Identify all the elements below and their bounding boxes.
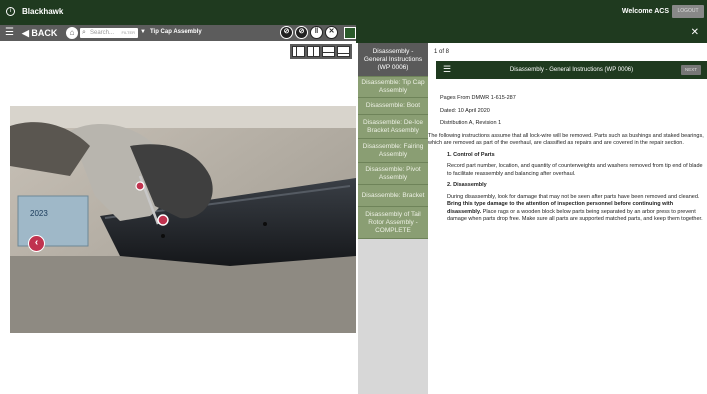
chevron-down-icon[interactable]: ▼ bbox=[140, 29, 146, 35]
photo-label-number: 2023 bbox=[30, 209, 48, 218]
hotspot-marker[interactable] bbox=[135, 181, 145, 191]
nav-empty-area bbox=[358, 239, 428, 394]
procedure-nav: Disassembly - General Instructions (WP 0… bbox=[358, 43, 428, 239]
nav-item-boot[interactable]: Disassemble: Boot bbox=[358, 98, 428, 115]
media-toolbar: ☰ ◀ BACK ⌂ ⌕ Search... FILTER ▼ Tip Cap … bbox=[0, 25, 356, 41]
section-header: Disassembly - General Instructions (WP 0… bbox=[436, 61, 707, 79]
toolbar-icon-group: ⊘ ⊘ ‖ ✕ bbox=[280, 26, 356, 40]
back-button[interactable]: ◀ BACK bbox=[22, 27, 57, 39]
layout-bottom-icon[interactable] bbox=[337, 46, 350, 57]
app-title: Blackhawk bbox=[22, 7, 64, 16]
distribution: Distribution A, Revision 1 bbox=[440, 120, 502, 126]
section-2-title: 2. Disassembly bbox=[447, 182, 487, 188]
nav-item-tip-cap[interactable]: Disassemble: Tip Cap Assembly bbox=[358, 77, 428, 98]
nav-item-general-instructions[interactable]: Disassembly - General Instructions (WP 0… bbox=[358, 43, 428, 77]
nav-item-fairing[interactable]: Disassemble: Fairing Assembly bbox=[358, 139, 428, 163]
layout-rows-icon[interactable] bbox=[322, 46, 335, 57]
section-1-body: Record part number, location, and quanti… bbox=[447, 163, 703, 177]
nav-item-pivot[interactable]: Disassemble: Pivot Assembly bbox=[358, 163, 428, 185]
page-counter: 1 of 8 bbox=[434, 49, 450, 55]
logout-button[interactable]: LOGOUT bbox=[672, 5, 704, 18]
pause-icon[interactable]: ‖ bbox=[310, 26, 323, 39]
filter-label: FILTER bbox=[121, 30, 135, 35]
welcome-text: Welcome ACS bbox=[621, 8, 669, 15]
nav-item-complete[interactable]: Disassembly of Tail Rotor Assembly - COM… bbox=[358, 207, 428, 239]
menu-icon[interactable]: ☰ bbox=[5, 28, 14, 38]
instruction-panel: 1 of 8 Disassembly - General Instruction… bbox=[428, 43, 707, 394]
app-header: i Blackhawk Welcome ACS LOGOUT bbox=[0, 0, 707, 25]
layout-split-icon[interactable] bbox=[307, 46, 320, 57]
layout-switcher bbox=[290, 44, 352, 59]
previous-arrow-icon[interactable]: ‹ bbox=[28, 235, 45, 252]
search-placeholder: Search... bbox=[90, 30, 115, 36]
content-top-strip: ✕ bbox=[356, 25, 707, 43]
search-icon: ⌕ bbox=[82, 29, 86, 36]
section-2-body: During disassembly, look for damage that… bbox=[440, 194, 705, 224]
breadcrumb: Tip Cap Assembly bbox=[150, 29, 202, 35]
home-icon[interactable]: ⌂ bbox=[66, 27, 78, 39]
no-touch-icon[interactable]: ⊘ bbox=[295, 26, 308, 39]
procedure-photo: 2023 bbox=[10, 106, 356, 333]
section-2-text-a: During disassembly, look for damage that… bbox=[447, 193, 700, 200]
info-icon[interactable]: i bbox=[6, 7, 15, 16]
menu-icon[interactable]: ☰ bbox=[443, 65, 451, 74]
media-panel: ☰ ◀ BACK ⌂ ⌕ Search... FILTER ▼ Tip Cap … bbox=[0, 25, 356, 394]
close-icon[interactable]: ✕ bbox=[691, 27, 699, 38]
search-input[interactable]: ⌕ Search... FILTER bbox=[80, 28, 138, 38]
layout-left-icon[interactable] bbox=[292, 46, 305, 57]
pages-from: Pages From DMWR 1-615-287 bbox=[440, 95, 516, 101]
hotspot-marker[interactable] bbox=[157, 214, 169, 226]
dated: Dated: 10 April 2020 bbox=[440, 107, 490, 114]
nav-item-de-ice-bracket[interactable]: Disassemble: De-Ice Bracket Assembly bbox=[358, 115, 428, 139]
square-icon[interactable] bbox=[344, 27, 356, 39]
section-2-text-b: Place rags or a wooden block below parts… bbox=[447, 208, 703, 223]
nav-item-bracket[interactable]: Disassemble: Bracket bbox=[358, 185, 428, 207]
intro-paragraph: The following instructions assume that a… bbox=[428, 132, 704, 147]
instruction-body: Pages From DMWR 1-615-287 Dated: 10 Apri… bbox=[428, 95, 705, 228]
section-1-title: 1. Control of Parts bbox=[447, 151, 495, 158]
no-touch-icon[interactable]: ⊘ bbox=[280, 26, 293, 39]
section-title: Disassembly - General Instructions (WP 0… bbox=[509, 67, 634, 73]
close-icon[interactable]: ✕ bbox=[325, 26, 338, 39]
next-button[interactable]: NEXT bbox=[681, 65, 701, 75]
